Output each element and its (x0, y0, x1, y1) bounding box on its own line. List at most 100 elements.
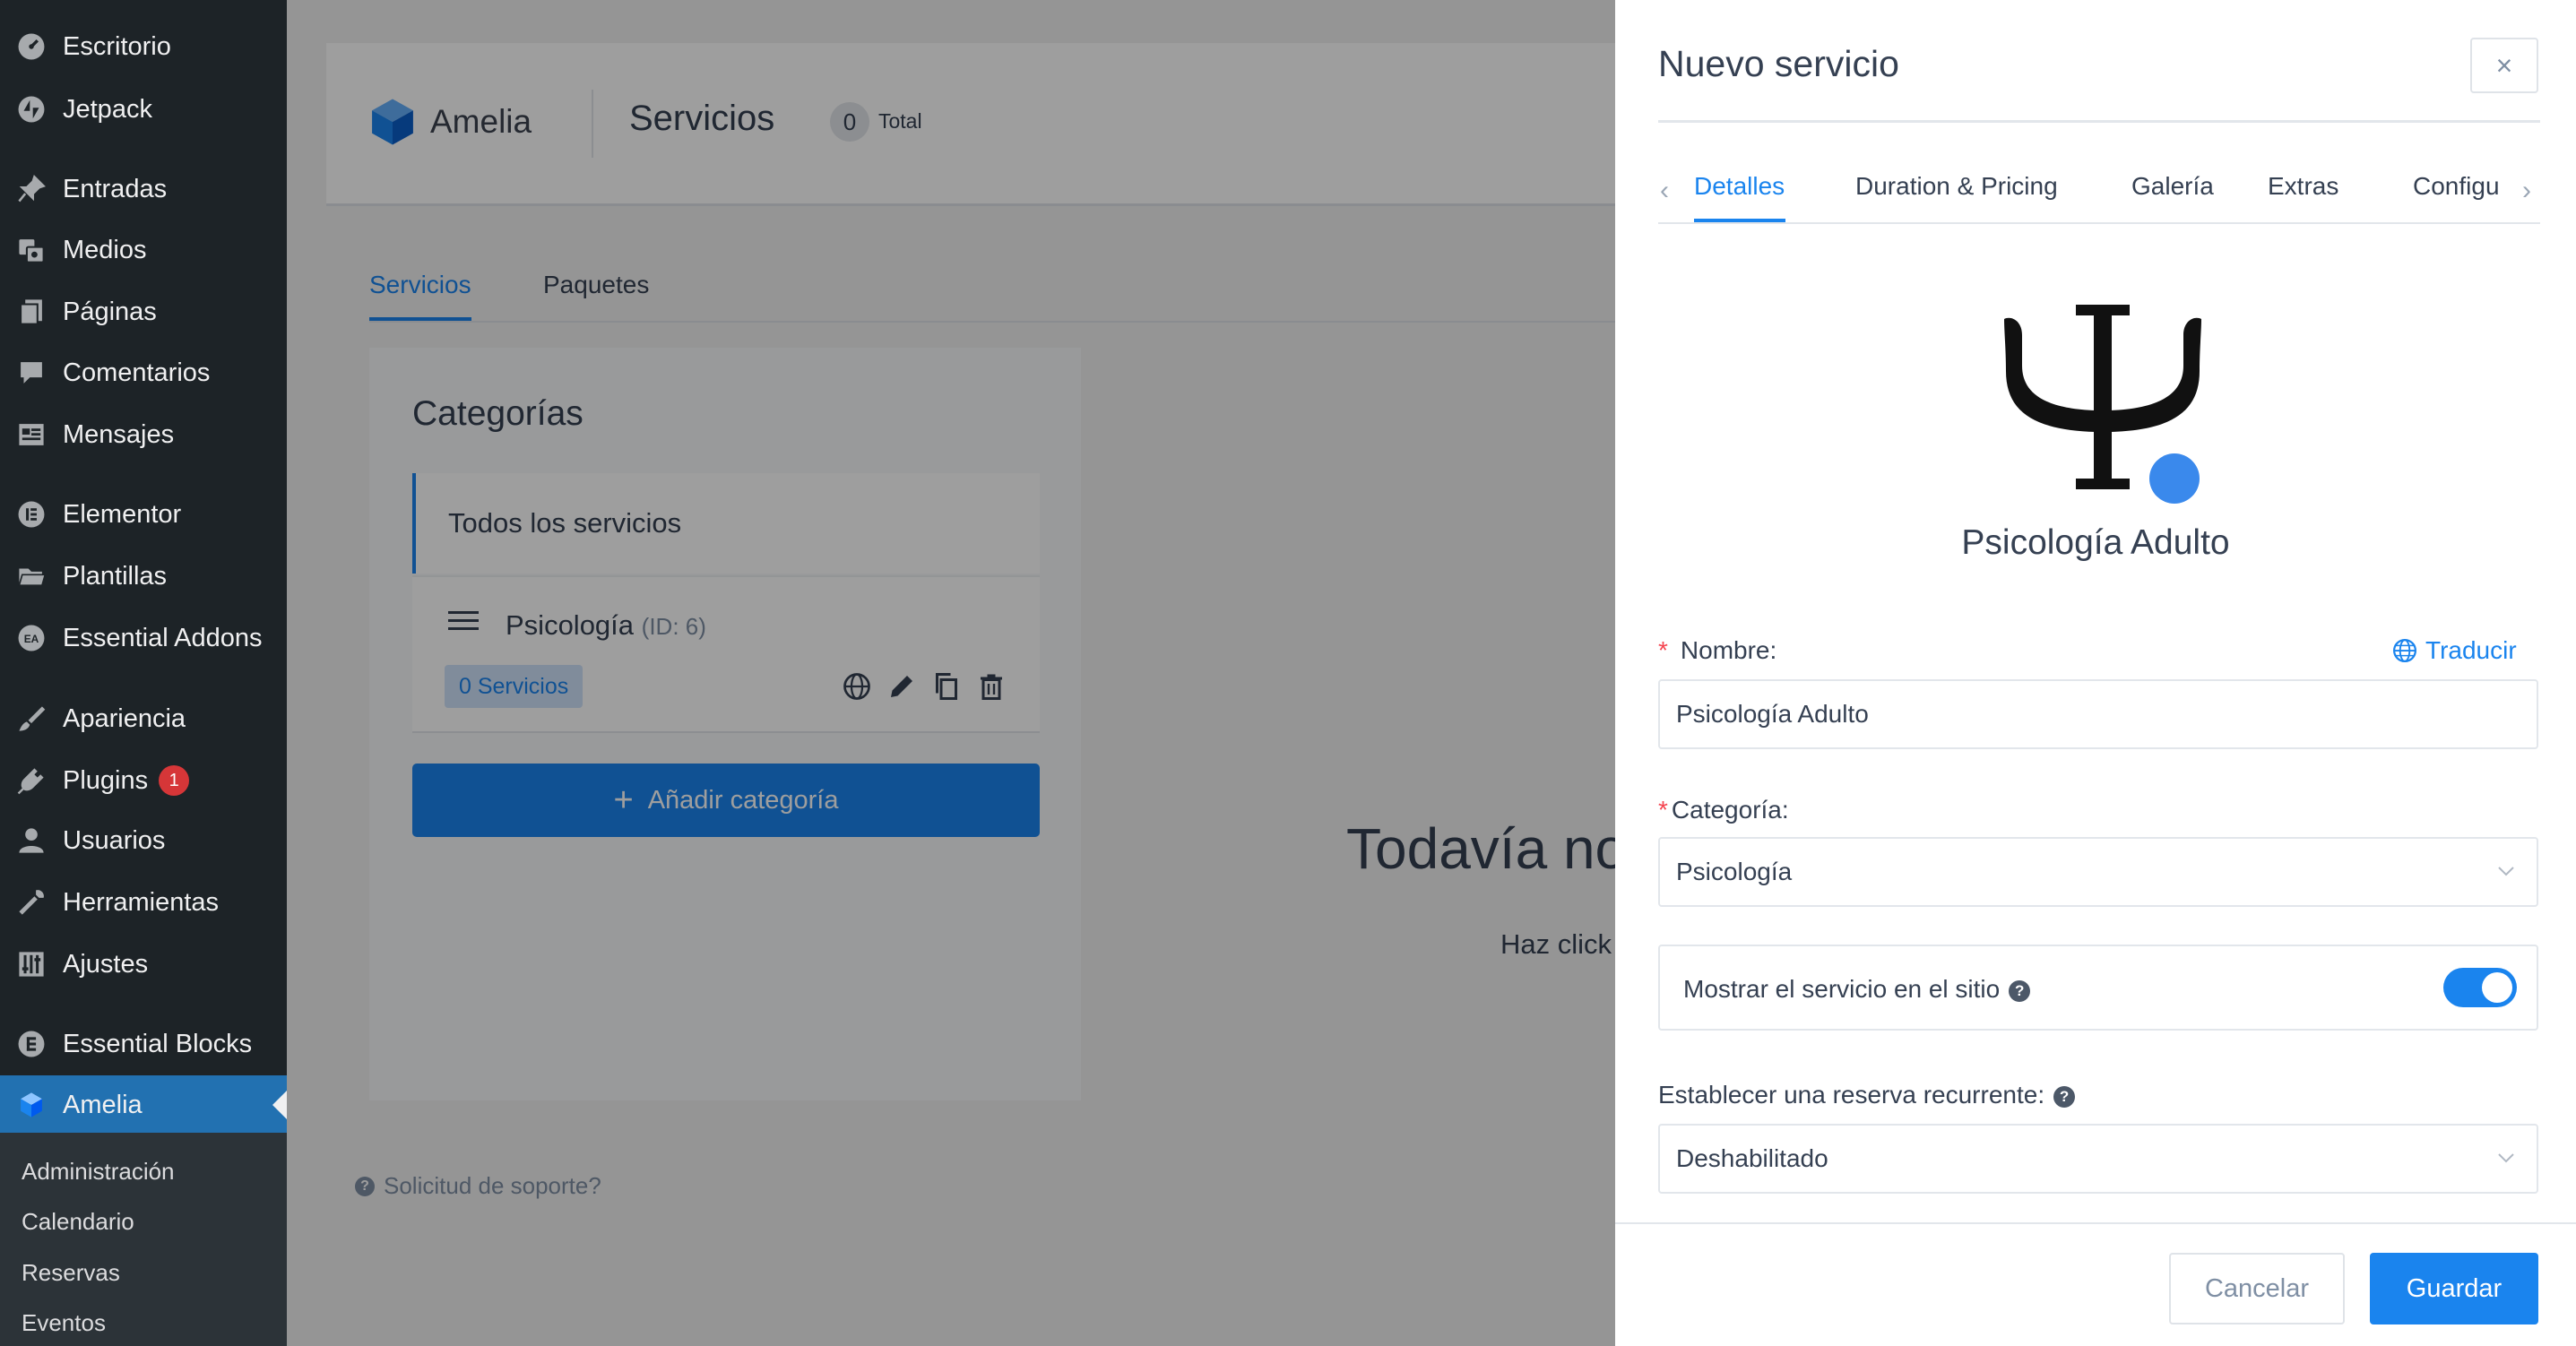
service-name-value: Psicología Adulto (1676, 700, 1869, 728)
help-icon[interactable]: ? (2009, 979, 2031, 1002)
sidebar-item-plantillas[interactable]: Plantillas (0, 547, 287, 606)
sidebar-item-comentarios[interactable]: Comentarios (0, 343, 287, 402)
essential-blocks-icon (15, 1028, 48, 1060)
chevron-down-icon (2498, 867, 2514, 876)
media-icon (15, 234, 48, 266)
drawer-tabs: Detalles Duration & Pricing Galería Extr… (1658, 158, 2540, 224)
service-preview-name: Psicología Adulto (1961, 523, 2230, 562)
sidebar-item-jetpack[interactable]: Jetpack (0, 80, 287, 139)
recurring-label-text: Establecer una reserva recurrente: (1658, 1081, 2045, 1109)
sidebar-item-label: Plantillas (63, 561, 168, 591)
sidebar-item-herramientas[interactable]: Herramientas (0, 873, 287, 932)
sidebar-item-label: Páginas (63, 297, 157, 326)
close-button[interactable]: × (2470, 38, 2538, 93)
chevron-down-icon (2498, 1153, 2514, 1163)
new-service-drawer: Nuevo servicio × ‹ › Detalles Duration &… (1615, 0, 2576, 1346)
plugin-icon (15, 764, 48, 797)
sidebar-item-label: Essential Addons (63, 623, 263, 652)
brush-icon (15, 703, 48, 735)
pages-icon (15, 296, 48, 328)
submenu-item-administracion[interactable]: Administración (22, 1158, 175, 1186)
sidebar-item-label: Ajustes (63, 949, 149, 979)
sidebar-item-label: Entradas (63, 174, 168, 203)
show-on-site-label-text: Mostrar el servicio en el sitio (1683, 975, 2001, 1003)
show-on-site-toggle[interactable] (2443, 968, 2517, 1007)
sidebar-item-medios[interactable]: Medios (0, 220, 287, 280)
wp-admin-sidebar: Escritorio Jetpack Entradas Medios Págin… (0, 0, 287, 1346)
sidebar-item-escritorio[interactable]: Escritorio (0, 17, 287, 76)
sidebar-item-elementor[interactable]: Elementor (0, 485, 287, 544)
sidebar-item-label: Medios (63, 235, 147, 264)
recurring-label: Establecer una reserva recurrente:? (1658, 1081, 2076, 1109)
sidebar-item-ajustes[interactable]: Ajustes (0, 935, 287, 994)
sidebar-item-apariencia[interactable]: Apariencia (0, 689, 287, 748)
sidebar-item-amelia[interactable]: Amelia (0, 1075, 287, 1135)
sidebar-item-label: Escritorio (63, 31, 171, 61)
help-icon[interactable]: ? (2053, 1085, 2076, 1108)
sidebar-item-paginas[interactable]: Páginas (0, 282, 287, 341)
sidebar-item-label: Essential Blocks (63, 1029, 253, 1058)
submenu-item-eventos[interactable]: Eventos (22, 1309, 106, 1337)
folder-icon (15, 560, 48, 592)
tab-extras[interactable]: Extras (2268, 172, 2338, 201)
drawer-footer-divider (1615, 1222, 2576, 1224)
wrench-icon (15, 886, 48, 919)
sidebar-item-label: Plugins (63, 765, 149, 795)
name-label: * Nombre: (1658, 636, 1777, 664)
tab-galeria[interactable]: Galería (2131, 172, 2214, 201)
category-label-text: Categoría: (1671, 796, 1789, 824)
active-tab-indicator (1694, 219, 1785, 222)
sidebar-item-label: Comentarios (63, 358, 211, 387)
service-name-input[interactable]: Psicología Adulto (1658, 679, 2538, 749)
save-button[interactable]: Guardar (2370, 1253, 2538, 1324)
user-icon (15, 824, 48, 857)
close-icon: × (2495, 48, 2513, 82)
sidebar-item-label: Mensajes (63, 419, 175, 449)
sidebar-item-label: Herramientas (63, 887, 220, 917)
sidebar-item-usuarios[interactable]: Usuarios (0, 811, 287, 870)
settings-icon (15, 948, 48, 980)
sidebar-item-essential-addons[interactable]: EA Essential Addons (0, 608, 287, 668)
amelia-icon (15, 1089, 48, 1121)
sidebar-item-label: Amelia (63, 1090, 143, 1119)
sidebar-item-label: Usuarios (63, 825, 166, 855)
comment-icon (15, 357, 48, 389)
sidebar-item-essential-blocks[interactable]: Essential Blocks (0, 1014, 287, 1074)
dashboard-icon (15, 30, 48, 63)
category-select-value: Psicología (1676, 858, 1793, 885)
show-on-site-row: Mostrar el servicio en el sitio? (1658, 945, 2538, 1031)
submenu-item-reservas[interactable]: Reservas (22, 1259, 120, 1287)
service-image[interactable] (1999, 296, 2205, 505)
recurring-select-value: Deshabilitado (1676, 1144, 1828, 1172)
globe-icon (2393, 639, 2416, 662)
sidebar-item-label: Apariencia (63, 703, 186, 733)
sidebar-item-label: Elementor (63, 499, 182, 529)
tab-configuracion[interactable]: Configu (2413, 172, 2513, 201)
drawer-header-divider (1658, 120, 2540, 123)
sidebar-item-label: Jetpack (63, 94, 152, 124)
messages-icon (15, 418, 48, 451)
amelia-submenu: Administración Calendario Reservas Event… (0, 1133, 287, 1346)
svg-text:EA: EA (24, 633, 39, 645)
category-select[interactable]: Psicología (1658, 837, 2538, 907)
sidebar-item-entradas[interactable]: Entradas (0, 160, 287, 219)
drawer-title: Nuevo servicio (1658, 43, 1899, 84)
submenu-item-calendario[interactable]: Calendario (22, 1208, 134, 1236)
plugins-update-badge: 1 (159, 765, 190, 796)
tab-duration-pricing[interactable]: Duration & Pricing (1855, 172, 2058, 201)
sidebar-item-mensajes[interactable]: Mensajes (0, 405, 287, 464)
recurring-select[interactable]: Deshabilitado (1658, 1124, 2538, 1194)
status-dot-icon (2149, 453, 2200, 504)
name-label-text: Nombre: (1680, 636, 1777, 664)
translate-label: Traducir (2425, 636, 2517, 664)
category-label: * Categoría: (1658, 796, 1789, 824)
pin-icon (15, 173, 48, 205)
elementor-icon (15, 498, 48, 531)
sidebar-item-plugins[interactable]: Plugins 1 (0, 751, 287, 810)
essential-addons-icon: EA (15, 622, 48, 654)
show-on-site-label: Mostrar el servicio en el sitio? (1683, 975, 2031, 1004)
translate-link[interactable]: Traducir (2391, 636, 2517, 665)
jetpack-icon (15, 93, 48, 125)
cancel-button[interactable]: Cancelar (2169, 1253, 2345, 1324)
tab-detalles[interactable]: Detalles (1694, 172, 1785, 201)
